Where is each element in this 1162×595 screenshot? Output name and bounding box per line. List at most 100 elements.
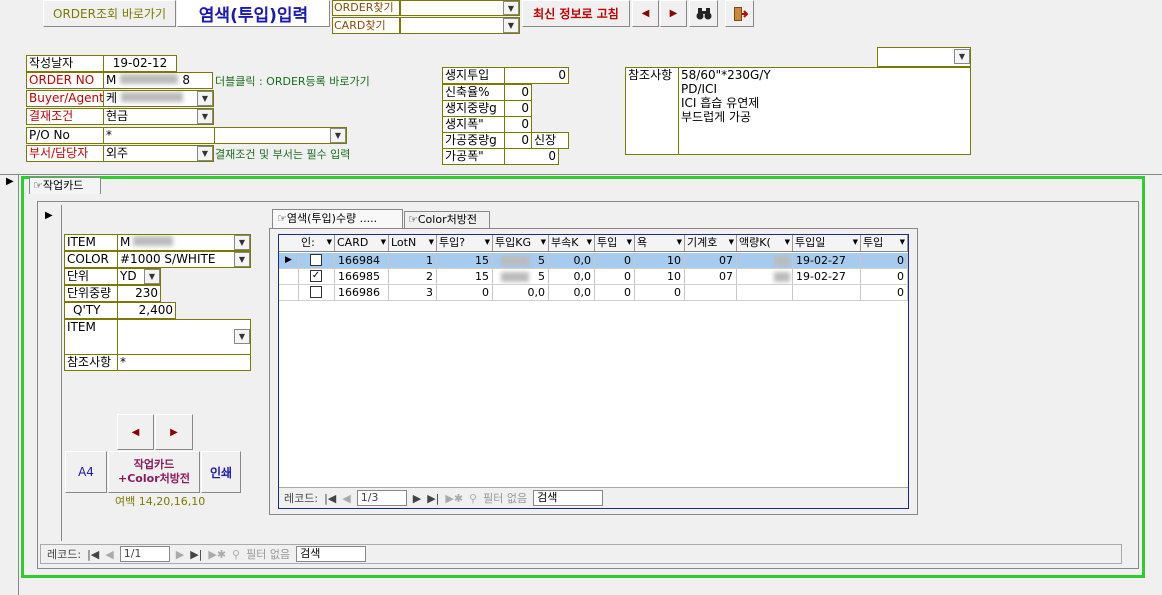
table-cell[interactable]: 07 [685,253,737,269]
chevron-down-icon[interactable]: ▼ [197,109,213,124]
table-cell[interactable]: 0,0 [549,285,595,301]
table-cell[interactable]: 0,0 [493,285,549,301]
exit-door-icon[interactable] [725,0,754,27]
row-selector[interactable] [279,269,299,285]
metric-value[interactable]: 0 [504,84,532,101]
table-row[interactable]: 166986 3 0 0,0 0,0 0 0 0 [279,285,908,301]
grid-column-header[interactable]: 욕 ▼ [635,235,685,251]
first-record-icon[interactable]: |◀ [87,548,99,561]
table-row[interactable]: ✓ 166985 2 15 5 0,0 0 10 07 19-02-27 0 [279,269,908,285]
row-selector[interactable]: ▶ [279,253,299,269]
grid-column-header[interactable]: 기계호 ▼ [685,235,737,251]
chevron-down-icon[interactable]: ▼ [197,91,213,106]
date-field[interactable]: 19-02-12 [103,55,177,72]
table-cell[interactable]: 15 [437,253,493,269]
sort-arrow-icon[interactable]: ▼ [900,235,905,250]
work-card-color-button[interactable]: 작업카드 +Color처방전 [108,451,200,493]
card-next-button[interactable]: ▶ [155,414,193,450]
filter-icon[interactable]: ⚲ [232,548,240,561]
prev-record-button[interactable]: ◀ [632,0,659,27]
table-cell[interactable]: 10 [635,269,685,285]
record-selector-arrow[interactable]: ▶ [6,176,14,187]
row-selector[interactable] [279,285,299,301]
table-cell[interactable]: 0 [861,253,908,269]
inner-record-position[interactable]: 1/3 [356,490,407,506]
first-record-icon[interactable]: |◀ [324,492,336,505]
table-cell[interactable]: 0 [861,269,908,285]
payment-combo[interactable]: 현금 ▼ [103,108,214,125]
next-record-icon[interactable]: ▶ [413,492,421,505]
order-no-field[interactable]: M8 [103,72,213,89]
chevron-down-icon[interactable]: ▼ [144,269,160,284]
table-cell[interactable]: 1 [389,253,437,269]
card-prev-button[interactable]: ◀ [117,414,154,450]
filter-icon[interactable]: ⚲ [469,492,477,505]
table-cell[interactable] [737,269,793,285]
sort-arrow-icon[interactable]: ▼ [429,235,434,250]
grid-column-header[interactable]: 인: ▼ [299,235,335,251]
row-checkbox[interactable] [310,254,322,266]
chevron-down-icon[interactable]: ▼ [503,18,519,33]
tab-dye-quantity[interactable]: ☞염색(투입)수량 ..... [272,209,403,229]
unit-combo[interactable]: YD ▼ [117,268,161,285]
unit-weight-field[interactable]: 230 [117,285,161,302]
row-checkbox[interactable] [310,286,322,298]
grid-column-header[interactable]: 부속K ▼ [549,235,595,251]
table-cell[interactable]: 5 [493,269,549,285]
refresh-button[interactable]: 최신 정보로 고침 [522,0,630,27]
metric-value[interactable]: 0 [504,148,559,165]
prev-record-icon[interactable]: ◀ [105,548,113,561]
item-combo[interactable]: M ▼ [117,234,251,251]
table-cell[interactable] [793,285,861,301]
last-record-icon[interactable]: ▶| [427,492,439,505]
table-cell[interactable]: 5 [493,253,549,269]
metric-value[interactable]: 0 [504,67,569,84]
qty-field[interactable]: 2,400 [117,302,176,319]
chevron-down-icon[interactable]: ▼ [197,146,213,161]
outer-record-position[interactable]: 1/1 [119,546,170,562]
next-record-button[interactable]: ▶ [660,0,687,27]
buyer-combo[interactable]: 케 ▼ [103,90,214,107]
table-cell[interactable]: 0 [635,285,685,301]
table-cell[interactable]: 0 [437,285,493,301]
grid-column-header[interactable]: LotN ▼ [389,235,437,251]
dept-combo[interactable]: 외주 ▼ [103,145,214,162]
new-record-icon[interactable]: ▶✱ [208,548,226,561]
metric-extra[interactable]: 신장 [531,132,569,149]
new-record-icon[interactable]: ▶✱ [445,492,463,505]
prev-record-icon[interactable]: ◀ [342,492,350,505]
inner-filter-status[interactable]: 필터 없음 [483,490,527,506]
table-cell[interactable]: 19-02-27 [793,253,861,269]
table-cell[interactable]: 166985 [335,269,389,285]
grid-column-header[interactable]: 투입? ▼ [437,235,493,251]
inner-record-arrow[interactable]: ▶ [45,210,53,221]
outer-filter-status[interactable]: 필터 없음 [246,546,290,562]
row-checkbox[interactable]: ✓ [310,270,322,282]
item2-combo[interactable]: ▼ [117,319,251,355]
table-cell[interactable]: 166984 [335,253,389,269]
sort-arrow-icon[interactable]: ▼ [729,235,734,250]
po-combo[interactable]: ▼ [214,127,347,144]
table-cell[interactable]: 10 [635,253,685,269]
table-cell[interactable]: 0 [861,285,908,301]
table-cell[interactable]: 0,0 [549,253,595,269]
color-combo[interactable]: #1000 S/WHITE ▼ [117,251,251,268]
table-cell[interactable]: 15 [437,269,493,285]
table-cell[interactable] [685,285,737,301]
tab-color-recipe[interactable]: ☞Color처방전 [404,211,490,229]
inner-search-field[interactable]: 검색 [533,490,604,506]
sort-arrow-icon[interactable]: ▼ [785,235,790,250]
table-cell[interactable]: 19-02-27 [793,269,861,285]
table-cell[interactable]: 166986 [335,285,389,301]
sort-arrow-icon[interactable]: ▼ [627,235,632,250]
grid-column-header[interactable]: CARD ▼ [335,235,389,251]
grid-column-header[interactable]: 투입일 ▼ [793,235,861,251]
grid-column-header[interactable]: 액량K(▼ [737,235,793,251]
table-cell[interactable]: 07 [685,269,737,285]
notes-field[interactable]: 58/60"*230G/Y PD/ICI ICI 흡습 유연제 부드럽게 가공 [678,67,971,155]
outer-search-field[interactable]: 검색 [296,546,367,562]
binoculars-icon[interactable] [689,0,718,27]
grid-column-header[interactable]: 투입 ▼ [861,235,908,251]
metric-value[interactable]: 0 [504,132,532,149]
sort-arrow-icon[interactable]: ▼ [853,235,858,250]
